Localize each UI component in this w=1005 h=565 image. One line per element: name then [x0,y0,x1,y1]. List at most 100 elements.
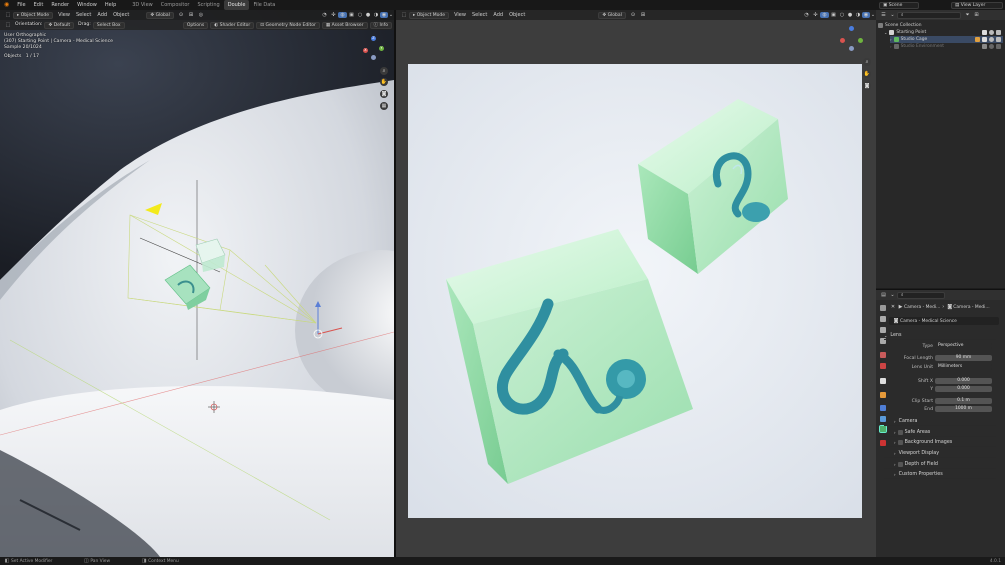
outliner-row-starting-point[interactable]: ⌄ Starting Point [884,29,1003,36]
outliner-funnel-icon[interactable]: ⏷ [963,12,972,18]
properties-search-input[interactable]: ⌕ [897,291,945,299]
expand-arrow-icon-2[interactable]: › [890,37,892,42]
navigation-gizmo[interactable]: Z Y X [361,36,387,62]
checkbox-icon[interactable] [982,30,987,35]
shift-y-field[interactable]: 0.000 [935,386,992,392]
xray-icon[interactable]: ▣ [347,12,356,18]
camera-panel[interactable]: › Camera [884,417,996,426]
right-shading-solid-icon[interactable]: ● [846,12,854,18]
right-xray-icon[interactable]: ▣ [829,12,838,18]
right-shading-rendered-icon[interactable]: ◉ [862,12,870,18]
datablock-selector[interactable]: ◙ Camera - Medical Science [889,317,999,325]
left-menu-select[interactable]: Select [73,10,94,20]
pivot-icon[interactable]: ⊙ [176,12,186,18]
gizmo-neg-axis[interactable] [371,55,376,60]
breadcrumb-object[interactable]: Camera - Medi... [904,305,940,310]
left-viewport[interactable]: ⬚ ▸ Object Mode View Select Add Object ✥… [0,10,394,557]
right-viewport[interactable]: ⬚ ▸ Object Mode View Select Add Object ✥… [396,10,876,557]
right-pivot-icon[interactable]: ⊙ [628,12,638,18]
tab-scripting[interactable]: Scripting [193,0,223,10]
transform-orientation-dropdown[interactable]: ✥ Global [146,11,174,19]
expand-arrow-icon-3[interactable]: › [890,44,892,49]
camera-render-icon-2[interactable] [996,37,1001,42]
menu-window[interactable]: Window [73,0,101,10]
right-navigation-gizmo[interactable] [839,26,865,52]
checkbox-icon-2[interactable] [982,37,987,42]
safe-areas-panel[interactable]: › Safe Areas [884,428,996,437]
outliner-row-studio-cage[interactable]: › Studio Cage [890,36,1003,43]
right-zoom-icon[interactable]: ⌕ [863,58,871,66]
right-camera-view-icon[interactable]: ◙ [863,82,871,90]
tab-file-data[interactable]: File Data [249,0,279,10]
gizmo-x-axis[interactable]: X [363,48,368,53]
snap-icon[interactable]: ⊞ [186,12,196,18]
outliner-search-input[interactable]: ⌕ [897,11,961,19]
right-object-mode-dropdown[interactable]: ▸ Object Mode [409,11,450,19]
shading-solid-icon[interactable]: ● [364,12,372,18]
right-menu-object[interactable]: Object [506,10,528,20]
info-button[interactable]: ⓘ Info [369,21,392,29]
right-editor-type-icon[interactable]: ⬚ [399,12,409,18]
tab-double[interactable]: Double [223,0,250,10]
right-overlay-icon[interactable]: ◍ [820,12,829,18]
viewport-display-panel[interactable]: › Viewport Display [884,449,996,458]
eye-icon[interactable] [989,30,994,35]
zoom-icon[interactable]: ⌕ [380,67,388,75]
shading-material-icon[interactable]: ◑ [372,12,380,18]
properties-editor-icon[interactable]: ▤ [879,292,888,298]
overlay-toggle-icon[interactable]: ◍ [338,12,347,18]
right-snap-icon[interactable]: ⊞ [638,12,648,18]
depth-of-field-checkbox[interactable] [897,461,903,467]
left-menu-add[interactable]: Add [94,10,110,20]
safe-areas-checkbox[interactable] [897,429,903,435]
clip-start-field[interactable]: 0.1 m [935,398,992,404]
clip-end-field[interactable]: 1000 m [935,406,992,412]
depth-of-field-panel[interactable]: › Depth of Field [884,460,996,469]
camera-view-icon[interactable]: ◙ [380,90,388,98]
outliner-row-scene-collection[interactable]: Scene Collection [878,22,1003,29]
gizmo-y-axis[interactable]: Y [379,46,384,51]
pan-hand-icon[interactable]: ✋ [380,78,388,86]
right-menu-view[interactable]: View [451,10,469,20]
right-menu-add[interactable]: Add [490,10,506,20]
right-shading-material-icon[interactable]: ◑ [854,12,862,18]
orientation-dropdown[interactable]: ✥ Default [44,21,75,29]
tab-3d-view[interactable]: 3D View [128,0,157,10]
shift-x-field[interactable]: 0.000 [935,378,992,384]
right-pan-hand-icon[interactable]: ✋ [863,70,871,78]
camera-render-icon-3[interactable] [996,44,1001,49]
background-images-checkbox[interactable] [897,439,903,445]
left-menu-view[interactable]: View [55,10,73,20]
eye-icon-2[interactable] [989,37,994,42]
outliner-row-studio-environment[interactable]: › Studio Environment [890,43,1003,50]
blender-logo-icon[interactable]: ◉ [0,0,13,10]
background-images-panel[interactable]: › Background Images [884,438,996,447]
expand-arrow-icon[interactable]: ⌄ [884,30,887,35]
right-menu-select[interactable]: Select [469,10,490,20]
object-mode-dropdown[interactable]: ▸ Object Mode [13,11,54,19]
right-visibility-icon[interactable]: ◔ [802,12,811,18]
right-gizmo-neg-axis[interactable] [849,46,854,51]
breadcrumb-data[interactable]: Camera - Medi... [953,305,989,310]
properties-filter-icon[interactable]: ⌄ [888,292,897,298]
geometry-node-editor-button[interactable]: ⊡ Geometry Node Editor [256,21,320,29]
outliner-editor-icon[interactable]: ☰ [879,12,888,18]
lens-panel-header[interactable]: ⌄ Lens [884,331,996,340]
tab-compositor[interactable]: Compositor [157,0,194,10]
right-gizmo-icon[interactable]: ✣ [811,12,820,18]
close-icon[interactable]: ✕ [889,304,897,310]
shading-wireframe-icon[interactable]: ○ [356,12,364,18]
outliner-filter-icon[interactable]: ⌄ [888,12,897,18]
select-tool-icon[interactable]: ⬚ [3,22,13,28]
camera-render-icon[interactable] [996,30,1001,35]
shading-rendered-icon[interactable]: ◉ [380,12,388,18]
proportional-edit-icon[interactable]: ◎ [196,12,206,18]
gizmo-toggle-icon[interactable]: ✣ [329,12,338,18]
lens-unit-dropdown[interactable]: Millimeters [935,364,992,370]
right-gizmo-x-axis[interactable] [840,38,845,43]
scene-selector[interactable]: ▣ Scene [879,1,919,9]
custom-properties-panel[interactable]: › Custom Properties [884,470,996,479]
outliner-new-collection-icon[interactable]: ⊞ [972,12,981,18]
checkbox-icon-3[interactable] [982,44,987,49]
eye-icon-3[interactable] [989,44,994,49]
